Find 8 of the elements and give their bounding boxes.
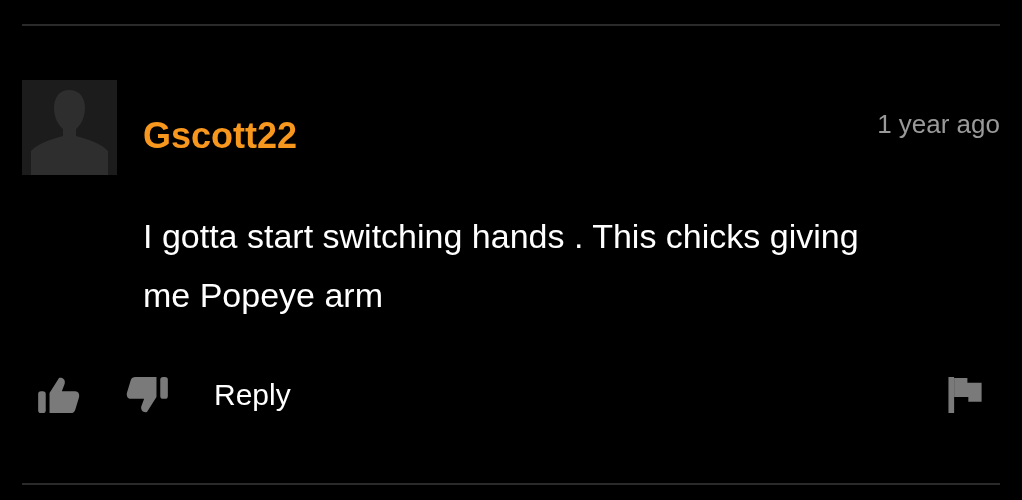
comment-time: 1 year ago xyxy=(877,109,1000,140)
comment-text: I gotta start switching hands . This chicks giving me Popeye arm xyxy=(143,216,860,316)
thumbs-down-icon[interactable] xyxy=(125,377,169,413)
flag-icon[interactable] xyxy=(948,377,983,413)
thumbs-up-icon[interactable] xyxy=(38,377,80,413)
avatar-icon xyxy=(22,80,117,175)
reply-link[interactable]: Reply xyxy=(214,378,291,412)
username-link[interactable]: Gscott22 xyxy=(143,114,298,157)
